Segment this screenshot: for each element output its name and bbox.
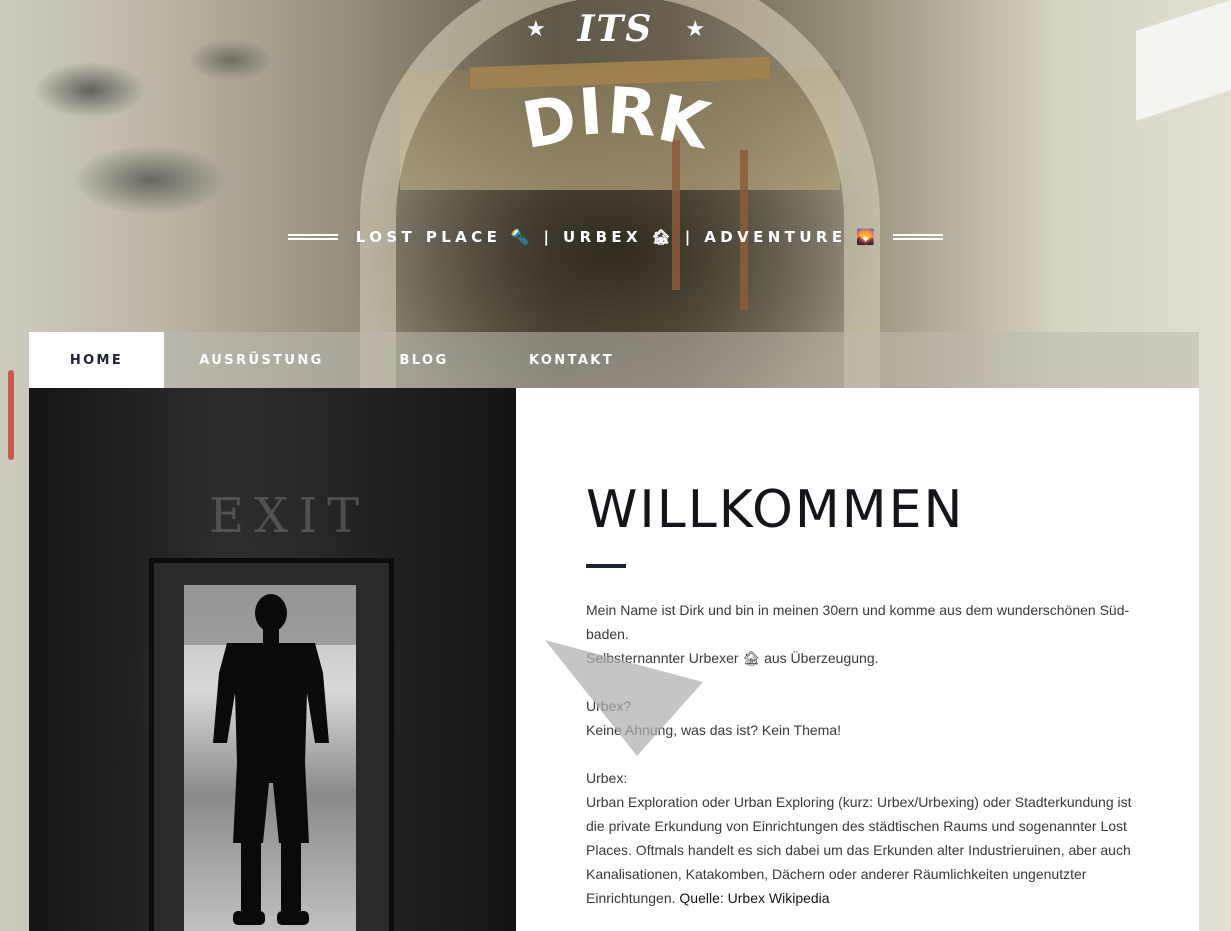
star-icon: ★	[525, 16, 546, 41]
paragraph-urbex-definition: Urban Exploration oder Urban Exploring (…	[586, 790, 1146, 910]
tagline-divider-left	[287, 234, 338, 240]
site-logo[interactable]: ★ ITS ★ D I R K	[0, 0, 1231, 180]
red-graffiti	[8, 370, 14, 460]
title-underline	[586, 564, 626, 568]
logo-its-text: ITS	[577, 8, 654, 50]
site-tagline: LOST PLACE 🔦 | URBEX 🏚 | ADVENTURE 🌄	[0, 228, 1231, 246]
main-navigation: HOME AUSRÜSTUNG BLOG KONTAKT	[29, 332, 1199, 388]
tagline-divider-right	[893, 234, 944, 240]
nav-item-ausruestung[interactable]: AUSRÜSTUNG	[164, 332, 359, 388]
wikipedia-source-link[interactable]: Quelle: Urbex Wikipedia	[679, 890, 829, 906]
page-title: WILLKOMMEN	[586, 480, 965, 540]
logo-letter: K	[651, 81, 716, 165]
logo-name: D I R K	[0, 74, 1231, 164]
person-silhouette	[213, 594, 329, 925]
definition-text: Urban Exploration oder Urban Exploring (…	[586, 794, 1132, 906]
star-icon: ★	[685, 16, 706, 41]
paragraph-intro: Mein Name ist Dirk und bin in meinen 30e…	[586, 602, 1130, 642]
logo-letter: R	[604, 74, 659, 152]
photo-graffiti-exit: EXIT	[209, 488, 370, 544]
paragraph-urbex-heading: Urbex:	[586, 770, 628, 786]
play-triangle-icon[interactable]	[545, 640, 705, 758]
profile-photo: EXIT	[29, 388, 516, 931]
logo-letter: I	[575, 75, 605, 151]
nav-item-home[interactable]: HOME	[29, 332, 164, 388]
logo-letter: D	[516, 81, 582, 164]
nav-item-kontakt[interactable]: KONTAKT	[489, 332, 654, 388]
tagline-text: LOST PLACE 🔦 | URBEX 🏚 | ADVENTURE 🌄	[355, 228, 880, 246]
nav-item-blog[interactable]: BLOG	[359, 332, 489, 388]
logo-top-row: ★ ITS ★	[0, 8, 1231, 50]
